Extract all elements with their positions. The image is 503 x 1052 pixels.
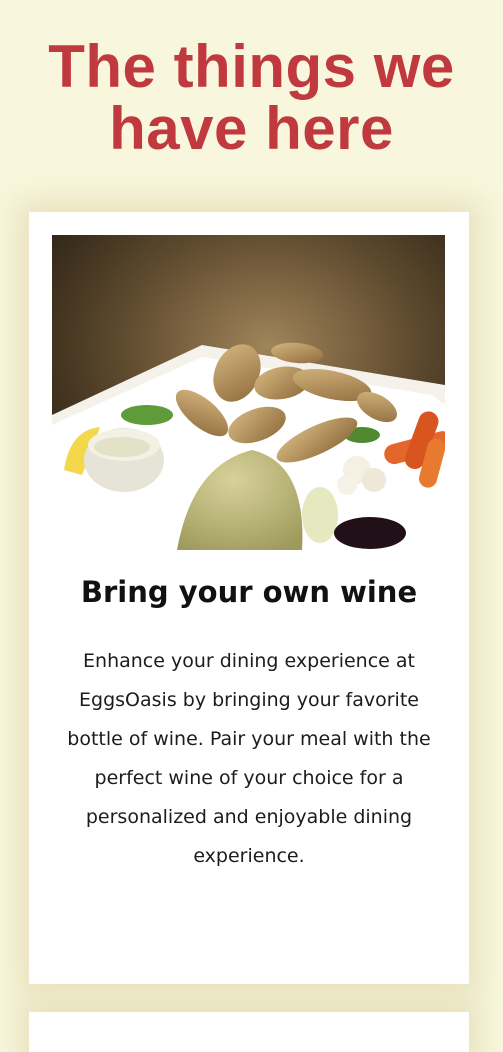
page-heading: The things we have here xyxy=(48,33,455,162)
next-feature-card xyxy=(29,1012,469,1052)
card-description: Enhance your dining experience at EggsOa… xyxy=(67,650,431,867)
feature-card: Bring your own wine Enhance your dining … xyxy=(29,212,469,984)
food-photo xyxy=(52,235,445,550)
card-title: Bring your own wine xyxy=(80,575,418,609)
